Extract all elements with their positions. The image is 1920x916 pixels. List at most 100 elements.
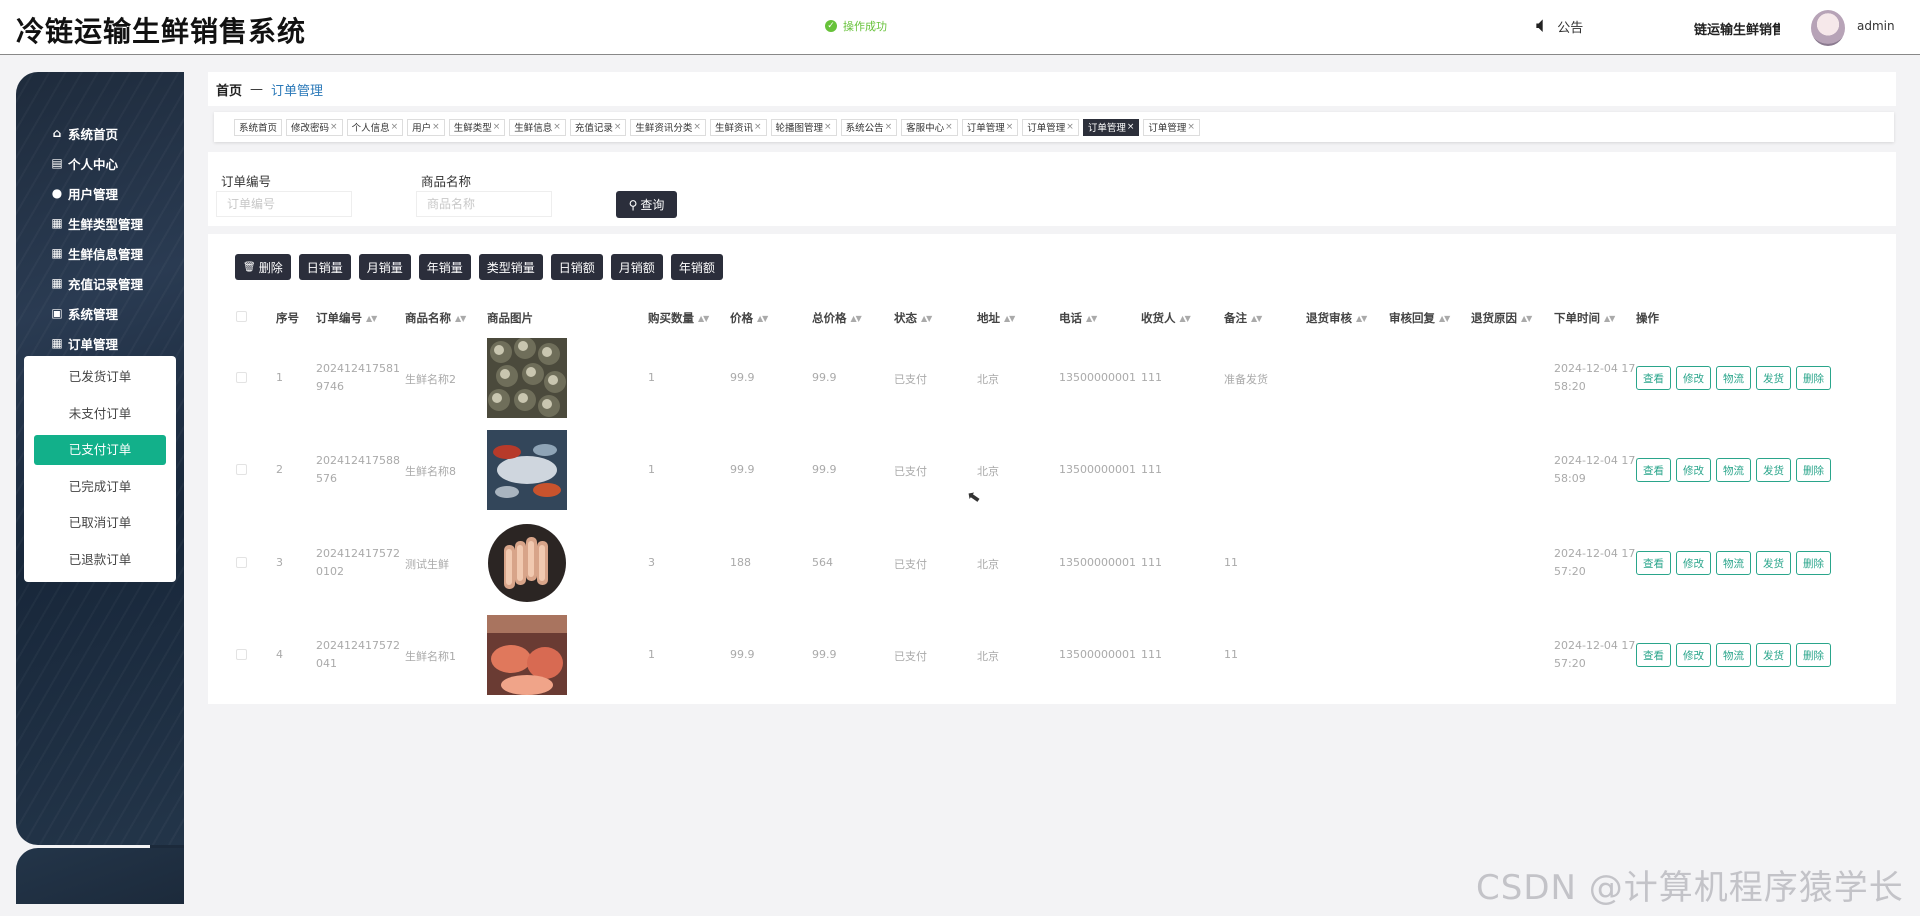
select-all-checkbox[interactable] bbox=[236, 311, 247, 322]
tab-2[interactable]: 个人信息 × bbox=[346, 118, 404, 136]
sort-arrows-icon[interactable]: ▲▼ bbox=[698, 314, 709, 323]
row-action-button-2[interactable]: 物流 bbox=[1716, 458, 1751, 482]
submenu-item-5[interactable]: 已退款订单 bbox=[34, 545, 166, 575]
row-action-button-1[interactable]: 修改 bbox=[1676, 458, 1711, 482]
row-action-button-3[interactable]: 发货 bbox=[1756, 551, 1791, 575]
row-action-button-0[interactable]: 查看 bbox=[1636, 458, 1671, 482]
close-icon[interactable]: × bbox=[391, 122, 399, 132]
sidebar-item-3[interactable]: ▦ 生鲜类型管理 bbox=[50, 208, 180, 238]
column-header-product[interactable]: 商品名称 ▲▼ bbox=[405, 310, 466, 326]
submenu-item-4[interactable]: 已取消订单 bbox=[34, 508, 166, 538]
sidebar-item-2[interactable]: ● 用户管理 bbox=[50, 178, 180, 208]
row-action-button-1[interactable]: 修改 bbox=[1676, 551, 1711, 575]
row-action-button-2[interactable]: 物流 bbox=[1716, 643, 1751, 667]
tab-15[interactable]: 订单管理 × bbox=[1143, 118, 1200, 136]
close-icon[interactable]: × bbox=[693, 122, 701, 132]
column-header-refund_review[interactable]: 退货审核 ▲▼ bbox=[1306, 310, 1367, 326]
row-action-button-1[interactable]: 修改 bbox=[1676, 366, 1711, 390]
sort-arrows-icon[interactable]: ▲▼ bbox=[455, 314, 466, 323]
tab-9[interactable]: 轮播图管理 × bbox=[770, 118, 837, 136]
tab-10[interactable]: 系统公告 × bbox=[840, 118, 898, 136]
sort-arrows-icon[interactable]: ▲▼ bbox=[1251, 314, 1262, 323]
order-no-input[interactable] bbox=[216, 191, 352, 217]
column-header-address[interactable]: 地址 ▲▼ bbox=[977, 310, 1015, 326]
row-checkbox[interactable] bbox=[236, 649, 247, 660]
close-icon[interactable]: × bbox=[1187, 122, 1195, 132]
submenu-item-0[interactable]: 已发货订单 bbox=[34, 362, 166, 392]
row-action-button-4[interactable]: 删除 bbox=[1796, 366, 1831, 390]
column-header-total[interactable]: 总价格 ▲▼ bbox=[812, 310, 862, 326]
action-button-1[interactable]: 日销量 bbox=[298, 254, 351, 280]
close-icon[interactable]: × bbox=[553, 122, 561, 132]
close-icon[interactable]: × bbox=[1066, 122, 1074, 132]
tab-6[interactable]: 充值记录 × bbox=[569, 118, 627, 136]
close-icon[interactable]: × bbox=[945, 122, 953, 132]
action-button-3[interactable]: 年销量 bbox=[418, 254, 471, 280]
sort-arrows-icon[interactable]: ▲▼ bbox=[1439, 314, 1450, 323]
tab-1[interactable]: 修改密码 × bbox=[286, 118, 343, 136]
submenu-item-2[interactable]: 已支付订单 bbox=[34, 435, 166, 465]
sort-arrows-icon[interactable]: ▲▼ bbox=[366, 314, 377, 323]
submenu-item-3[interactable]: 已完成订单 bbox=[34, 472, 166, 502]
tab-5[interactable]: 生鲜信息 × bbox=[509, 118, 566, 136]
column-header-price[interactable]: 价格 ▲▼ bbox=[730, 310, 768, 326]
sort-arrows-icon[interactable]: ▲▼ bbox=[851, 314, 862, 323]
column-header-order_no[interactable]: 订单编号 ▲▼ bbox=[316, 310, 377, 326]
row-action-button-2[interactable]: 物流 bbox=[1716, 366, 1751, 390]
tab-14[interactable]: 订单管理 × bbox=[1082, 118, 1140, 136]
row-action-button-1[interactable]: 修改 bbox=[1676, 643, 1711, 667]
username[interactable]: admin bbox=[1857, 19, 1895, 33]
row-action-button-2[interactable]: 物流 bbox=[1716, 551, 1751, 575]
column-header-phone[interactable]: 电话 ▲▼ bbox=[1059, 310, 1097, 326]
row-action-button-4[interactable]: 删除 bbox=[1796, 551, 1831, 575]
sidebar-item-4[interactable]: ▦ 生鲜信息管理 bbox=[50, 238, 180, 268]
close-icon[interactable]: × bbox=[1127, 122, 1135, 132]
sort-arrows-icon[interactable]: ▲▼ bbox=[757, 314, 768, 323]
row-action-button-3[interactable]: 发货 bbox=[1756, 458, 1791, 482]
column-header-receiver[interactable]: 收货人 ▲▼ bbox=[1141, 310, 1191, 326]
row-action-button-0[interactable]: 查看 bbox=[1636, 643, 1671, 667]
tab-12[interactable]: 订单管理 × bbox=[961, 118, 1019, 136]
product-name-input[interactable] bbox=[416, 191, 552, 217]
action-button-5[interactable]: 日销额 bbox=[550, 254, 603, 280]
tab-4[interactable]: 生鲜类型 × bbox=[448, 118, 506, 136]
close-icon[interactable]: × bbox=[614, 122, 622, 132]
row-checkbox[interactable] bbox=[236, 372, 247, 383]
action-button-7[interactable]: 年销额 bbox=[670, 254, 723, 280]
sort-arrows-icon[interactable]: ▲▼ bbox=[1521, 314, 1532, 323]
sort-arrows-icon[interactable]: ▲▼ bbox=[921, 314, 932, 323]
action-button-6[interactable]: 月销额 bbox=[610, 254, 663, 280]
column-header-time[interactable]: 下单时间 ▲▼ bbox=[1554, 310, 1615, 326]
column-header-review_reply[interactable]: 审核回复 ▲▼ bbox=[1389, 310, 1450, 326]
row-action-button-0[interactable]: 查看 bbox=[1636, 551, 1671, 575]
action-button-4[interactable]: 类型销量 bbox=[478, 254, 543, 280]
tab-3[interactable]: 用户 × bbox=[407, 118, 445, 136]
row-action-button-4[interactable]: 删除 bbox=[1796, 643, 1831, 667]
row-checkbox[interactable] bbox=[236, 464, 247, 475]
close-icon[interactable]: × bbox=[824, 122, 832, 132]
sort-arrows-icon[interactable]: ▲▼ bbox=[1004, 314, 1015, 323]
avatar[interactable] bbox=[1811, 10, 1845, 46]
sort-arrows-icon[interactable]: ▲▼ bbox=[1086, 314, 1097, 323]
row-action-button-0[interactable]: 查看 bbox=[1636, 366, 1671, 390]
close-icon[interactable]: × bbox=[1006, 122, 1014, 132]
sidebar-item-7[interactable]: ▦ 订单管理 bbox=[50, 328, 180, 358]
query-button[interactable]: ⚲ 查询 bbox=[616, 191, 677, 218]
close-icon[interactable]: × bbox=[885, 122, 893, 132]
close-icon[interactable]: × bbox=[754, 122, 762, 132]
sidebar-item-1[interactable]: ▤ 个人中心 bbox=[50, 148, 180, 178]
action-button-2[interactable]: 月销量 bbox=[358, 254, 411, 280]
row-action-button-3[interactable]: 发货 bbox=[1756, 366, 1791, 390]
notice-button[interactable]: 🔈︎ 公告 bbox=[1536, 15, 1583, 37]
sort-arrows-icon[interactable]: ▲▼ bbox=[1180, 314, 1191, 323]
action-button-0[interactable]: 🗑︎ 删除 bbox=[235, 254, 291, 280]
sidebar-item-0[interactable]: ⌂ 系统首页 bbox=[50, 118, 180, 148]
row-action-button-3[interactable]: 发货 bbox=[1756, 643, 1791, 667]
column-header-refund_reason[interactable]: 退货原因 ▲▼ bbox=[1471, 310, 1532, 326]
column-header-qty[interactable]: 购买数量 ▲▼ bbox=[648, 310, 709, 326]
tab-7[interactable]: 生鲜资讯分类 × bbox=[630, 118, 706, 136]
column-header-remark[interactable]: 备注 ▲▼ bbox=[1224, 310, 1262, 326]
tab-8[interactable]: 生鲜资讯 × bbox=[709, 118, 767, 136]
breadcrumb-home[interactable]: 首页 bbox=[216, 80, 242, 99]
close-icon[interactable]: × bbox=[330, 122, 338, 132]
